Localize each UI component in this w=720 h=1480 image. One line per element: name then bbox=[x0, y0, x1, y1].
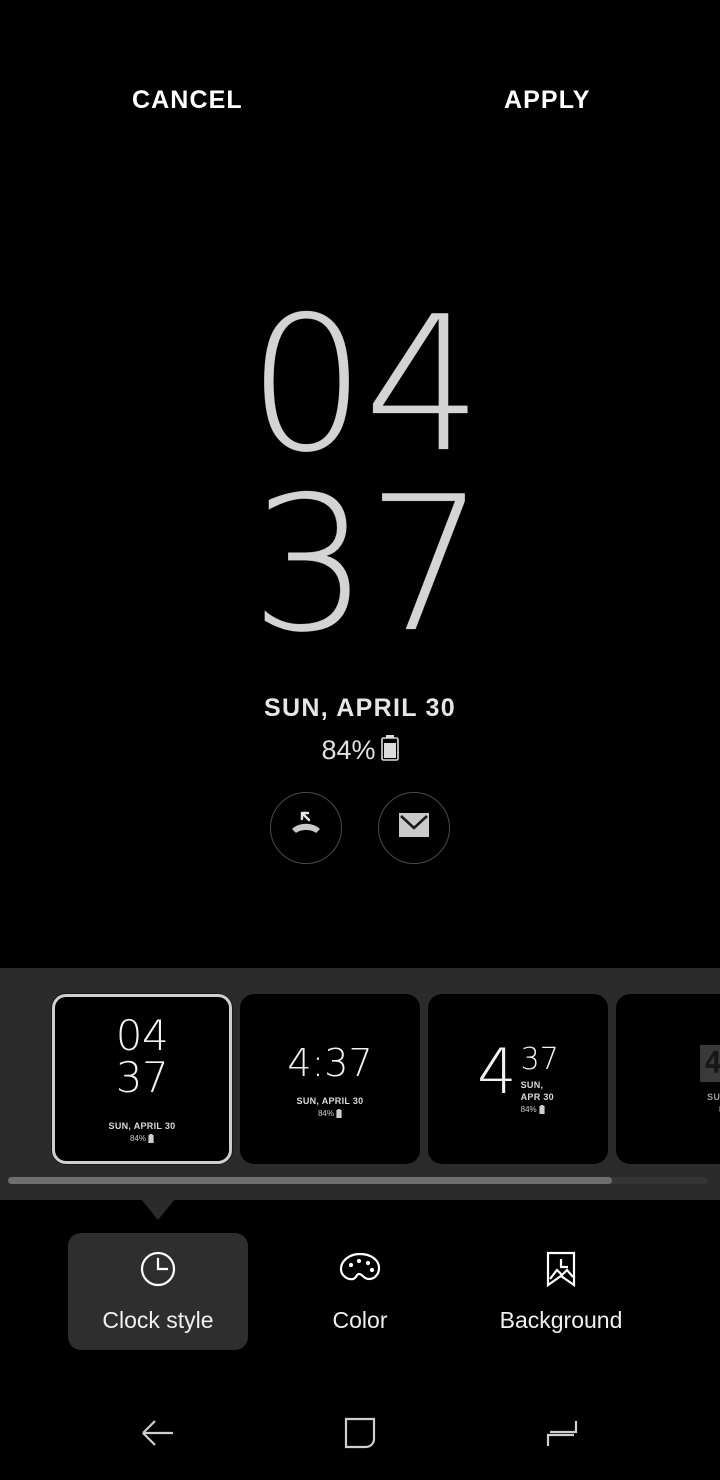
lock-screen-clock-editor: CANCEL APPLY 04 37 SUN, APRIL 30 84% 04 … bbox=[0, 0, 720, 1480]
apply-button[interactable]: APPLY bbox=[490, 78, 605, 123]
thumb1-date: SUN, APRIL 30 bbox=[108, 1121, 176, 1131]
thumb1-hour: 04 bbox=[115, 1011, 169, 1060]
carousel-scrollbar-thumb[interactable] bbox=[8, 1177, 612, 1184]
clock-style-thumbnail-side-stacked[interactable]: 4 37 SUN, APR 30 84% bbox=[428, 994, 608, 1164]
android-navigation-bar bbox=[0, 1390, 720, 1480]
carousel-scrollbar[interactable] bbox=[8, 1177, 708, 1184]
clock-style-thumbnail-digital[interactable]: 4: SUN, A 84 bbox=[616, 994, 720, 1164]
thumb3-date-line2: APR 30 bbox=[520, 1092, 554, 1103]
tab-clock-style[interactable]: Clock style bbox=[68, 1233, 248, 1350]
tab-color[interactable]: Color bbox=[270, 1233, 450, 1350]
recents-icon bbox=[542, 1413, 582, 1458]
tab-clock-style-label: Clock style bbox=[102, 1307, 214, 1333]
thumb1-minute: 37 bbox=[115, 1053, 169, 1102]
header-bar: CANCEL APPLY bbox=[0, 0, 720, 170]
battery-icon bbox=[148, 1134, 154, 1143]
clock-icon bbox=[138, 1249, 178, 1294]
thumb1-battery-label: 84% bbox=[129, 1134, 146, 1143]
thumb1-battery: 84% bbox=[130, 1134, 154, 1143]
thumb2-battery-label: 84% bbox=[317, 1108, 334, 1118]
message-shortcut[interactable] bbox=[378, 791, 450, 864]
battery-icon bbox=[539, 1105, 545, 1115]
palette-icon bbox=[338, 1249, 382, 1294]
tab-background[interactable]: Background bbox=[471, 1233, 651, 1350]
phone-missed-icon bbox=[288, 809, 324, 846]
preview-clock-hour: 04 bbox=[247, 276, 483, 493]
battery-icon bbox=[336, 1108, 342, 1118]
tab-color-label: Color bbox=[332, 1307, 388, 1333]
image-icon bbox=[542, 1249, 580, 1294]
thumb3-hour: 4 bbox=[477, 1034, 517, 1108]
thumb4-time: 4: bbox=[699, 1044, 720, 1082]
thumb3-battery-label: 84% bbox=[520, 1105, 537, 1115]
bottom-tab-bar: Clock style Color Background bbox=[0, 1200, 720, 1390]
clock-style-thumbnail-inline[interactable]: 4:37 SUN, APRIL 30 84% bbox=[240, 994, 420, 1164]
home-square-icon bbox=[340, 1413, 380, 1458]
preview-battery: 84% bbox=[321, 734, 399, 766]
thumb2-date: SUN, APRIL 30 bbox=[296, 1095, 364, 1106]
thumb2-battery: 84% bbox=[317, 1108, 342, 1118]
battery-percent-label: 84% bbox=[321, 734, 376, 765]
envelope-icon bbox=[398, 812, 430, 843]
missed-call-shortcut[interactable] bbox=[270, 791, 342, 864]
preview-clock: 04 37 bbox=[237, 276, 486, 674]
preview-clock-minute: 37 bbox=[250, 456, 486, 674]
clock-preview: 04 37 SUN, APRIL 30 84% bbox=[0, 170, 720, 968]
battery-icon bbox=[380, 734, 399, 766]
thumb2-time: 4:37 bbox=[287, 1040, 373, 1085]
thumb3-battery: 84% bbox=[520, 1105, 545, 1115]
cancel-button[interactable]: CANCEL bbox=[118, 78, 257, 123]
nav-recents-button[interactable] bbox=[487, 1390, 637, 1480]
nav-back-button[interactable] bbox=[82, 1390, 232, 1480]
tab-background-label: Background bbox=[499, 1307, 623, 1333]
thumb3-minute: 37 bbox=[520, 1041, 559, 1077]
clock-style-thumbnail-stacked[interactable]: 04 37 SUN, APRIL 30 84% bbox=[52, 994, 232, 1164]
nav-home-button[interactable] bbox=[285, 1390, 435, 1480]
preview-date: SUN, APRIL 30 bbox=[264, 693, 456, 722]
thumb4-date: SUN, A bbox=[707, 1091, 720, 1102]
back-arrow-icon bbox=[135, 1413, 179, 1458]
shortcut-row bbox=[270, 791, 450, 864]
clock-style-carousel-panel: 04 37 SUN, APRIL 30 84% 4:37 SUN, APRIL … bbox=[0, 968, 720, 1200]
thumb3-date-line1: SUN, bbox=[520, 1080, 544, 1091]
clock-style-list[interactable]: 04 37 SUN, APRIL 30 84% 4:37 SUN, APRIL … bbox=[0, 994, 720, 1164]
